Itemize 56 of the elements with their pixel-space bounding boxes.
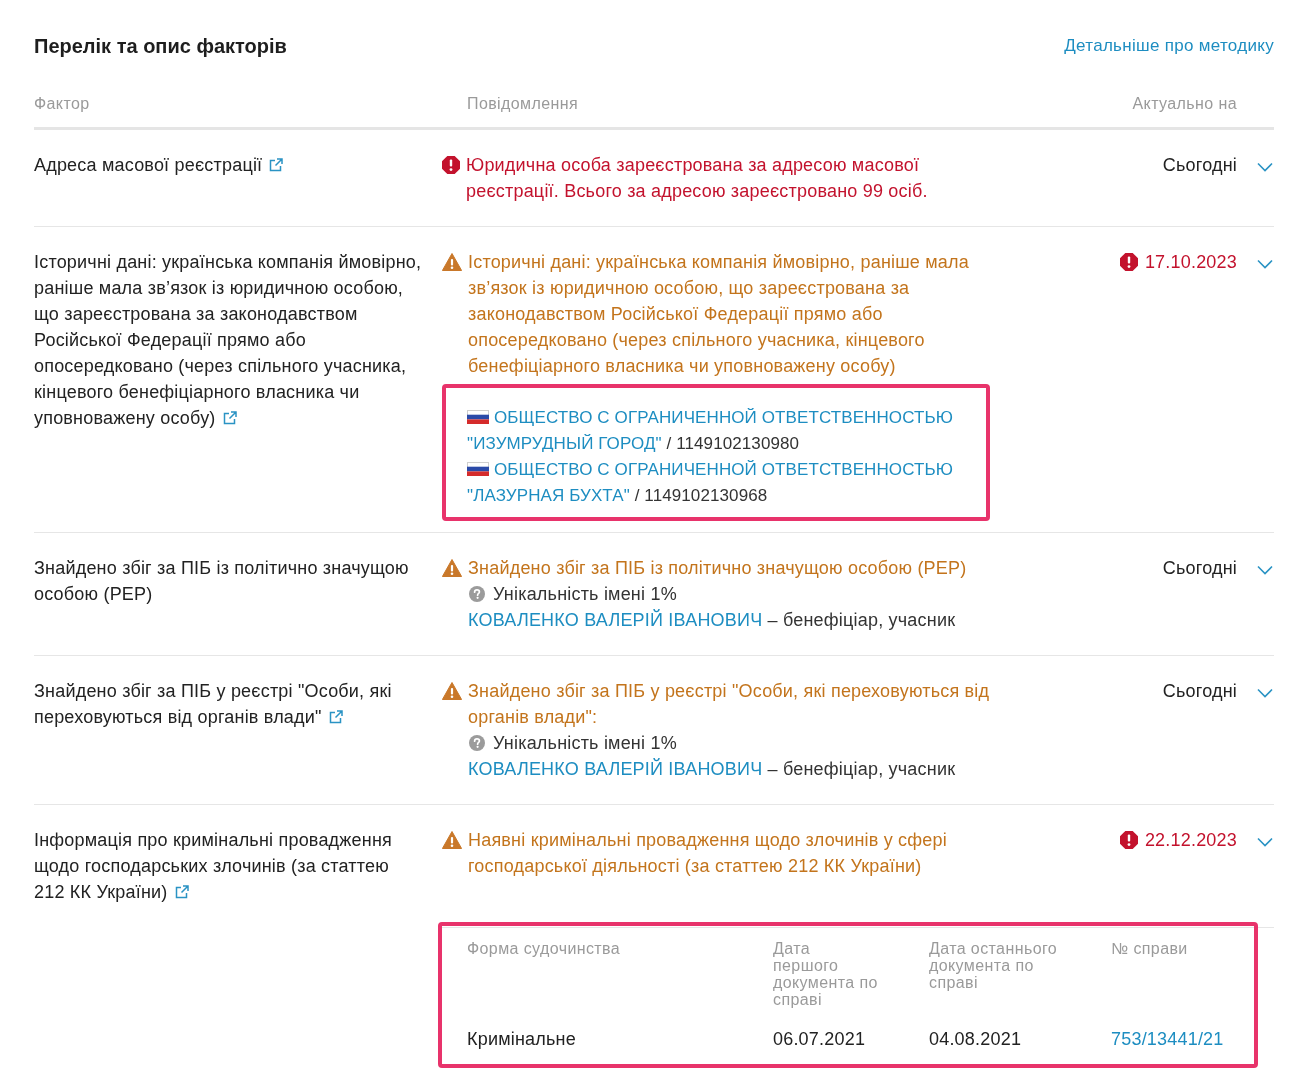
help-icon[interactable] bbox=[469, 586, 485, 602]
date-text: Сьогодні bbox=[1162, 557, 1237, 580]
warning-icon bbox=[442, 682, 462, 700]
warning-icon bbox=[442, 253, 462, 271]
table-cell-text: Кримінальне bbox=[467, 1028, 577, 1051]
chevron-down-icon[interactable] bbox=[1257, 688, 1273, 698]
company-link[interactable]: ОБЩЕСТВО С ОГРАНИЧЕННОЙ ОТВЕТСТВЕННОСТЬЮ "ЛАЗУРНАЯ БУХТА" / 1149102130968 bbox=[467, 457, 978, 509]
message-text: Історичні дані: українська компанія ймовірно, раніше мала зв’язок із юридичною особою, що зареєстрована за законодавством Російської Федерації прямо або опосередковано (через спільного учасника, кінцевого бенефіціарного власника чи уповноважену особу) bbox=[468, 251, 970, 378]
external-link-icon[interactable] bbox=[328, 710, 343, 724]
person-entry: КОВАЛЕНКО ВАЛЕРІЙ ІВАНОВИЧ – бенефіціар, учасник bbox=[468, 608, 957, 632]
help-icon[interactable] bbox=[469, 735, 485, 751]
person-link[interactable]: КОВАЛЕНКО ВАЛЕРІЙ ІВАНОВИЧ bbox=[468, 610, 763, 630]
column-header: № справи bbox=[1111, 940, 1189, 957]
flag-icon bbox=[467, 462, 489, 476]
person-entry: КОВАЛЕНКО ВАЛЕРІЙ ІВАНОВИЧ – бенефіціар, учасник bbox=[468, 757, 957, 781]
message-text: Юридична особа зареєстрована за адресою масової реєстрації. Всього за адресою зареєстровано 99 осіб. bbox=[466, 154, 929, 203]
factor-text: Знайдено збіг за ПІБ у реєстрі "Особи, які переховуються від органів влади" bbox=[34, 680, 393, 729]
flag-icon bbox=[467, 410, 489, 424]
alert-icon bbox=[1119, 831, 1138, 849]
case-number-link[interactable]: 753/13441/21 bbox=[1111, 1029, 1224, 1049]
company-link[interactable]: ОБЩЕСТВО С ОГРАНИЧЕННОЙ ОТВЕТСТВЕННОСТЬЮ "ИЗУМРУДНЫЙ ГОРОД" / 1149102130980 bbox=[467, 405, 978, 457]
external-link-icon[interactable] bbox=[174, 885, 189, 899]
column-header: Дата останнього документа по справі bbox=[929, 940, 1059, 991]
methodology-link[interactable]: Детальніше про методику bbox=[1064, 36, 1274, 56]
external-link-icon[interactable] bbox=[269, 158, 284, 172]
warning-icon bbox=[442, 559, 462, 577]
message-text: Знайдено збіг за ПІБ із політично значущою особою (PEP) bbox=[468, 557, 967, 580]
column-header: Повідомлення bbox=[466, 94, 580, 114]
chevron-down-icon[interactable] bbox=[1257, 162, 1273, 172]
date-text: 22.12.2023 bbox=[1144, 829, 1237, 852]
message-text: Наявні кримінальні провадження щодо злочинів у сфері господарської діяльності (за статтею 212 КК України) bbox=[468, 829, 948, 878]
chevron-down-icon[interactable] bbox=[1257, 837, 1273, 847]
chevron-down-icon[interactable] bbox=[1257, 565, 1273, 575]
name-uniqueness: Унікальність імені 1% bbox=[493, 583, 677, 606]
column-header: Актуально на bbox=[1131, 94, 1237, 114]
name-uniqueness: Унікальність імені 1% bbox=[493, 732, 677, 755]
external-link-icon[interactable] bbox=[222, 411, 237, 425]
person-link[interactable]: КОВАЛЕНКО ВАЛЕРІЙ ІВАНОВИЧ bbox=[468, 759, 763, 779]
alert-icon bbox=[1119, 253, 1138, 271]
date-text: Сьогодні bbox=[1162, 680, 1237, 703]
table-cell-text: 04.08.2021 bbox=[929, 1028, 1023, 1051]
table-cell-text: 06.07.2021 bbox=[773, 1028, 867, 1051]
factor-text: Знайдено збіг за ПІБ із політично значущою особою (PEP) bbox=[34, 557, 410, 606]
warning-icon bbox=[442, 831, 462, 849]
date-text: Сьогодні bbox=[1162, 154, 1237, 177]
message-text: Знайдено збіг за ПІБ у реєстрі "Особи, які переховуються від органів влади": bbox=[468, 680, 990, 729]
error-icon bbox=[442, 156, 460, 174]
factor-text: Інформація про кримінальні провадження щодо господарських злочинів (за статтею 212 КК України) bbox=[34, 829, 393, 904]
factor-text: Адреса масової реєстрації bbox=[34, 152, 442, 204]
column-header: Дата першого документа по справі bbox=[773, 940, 879, 1008]
section-title: Перелік та опис факторів bbox=[34, 34, 287, 59]
column-header: Фактор bbox=[34, 94, 91, 114]
date-text: 17.10.2023 bbox=[1144, 251, 1237, 274]
factor-text: Історичні дані: українська компанія ймовірно, раніше мала зв’язок із юридичною особою, що зареєстрована за законодавством Російської Федерації прямо або опосередковано (через спільного учасника, кінцевого бенефіціарного власника чи уповноважену особу) bbox=[34, 251, 423, 430]
column-header: Форма судочинства bbox=[467, 940, 622, 957]
chevron-down-icon[interactable] bbox=[1257, 259, 1273, 269]
